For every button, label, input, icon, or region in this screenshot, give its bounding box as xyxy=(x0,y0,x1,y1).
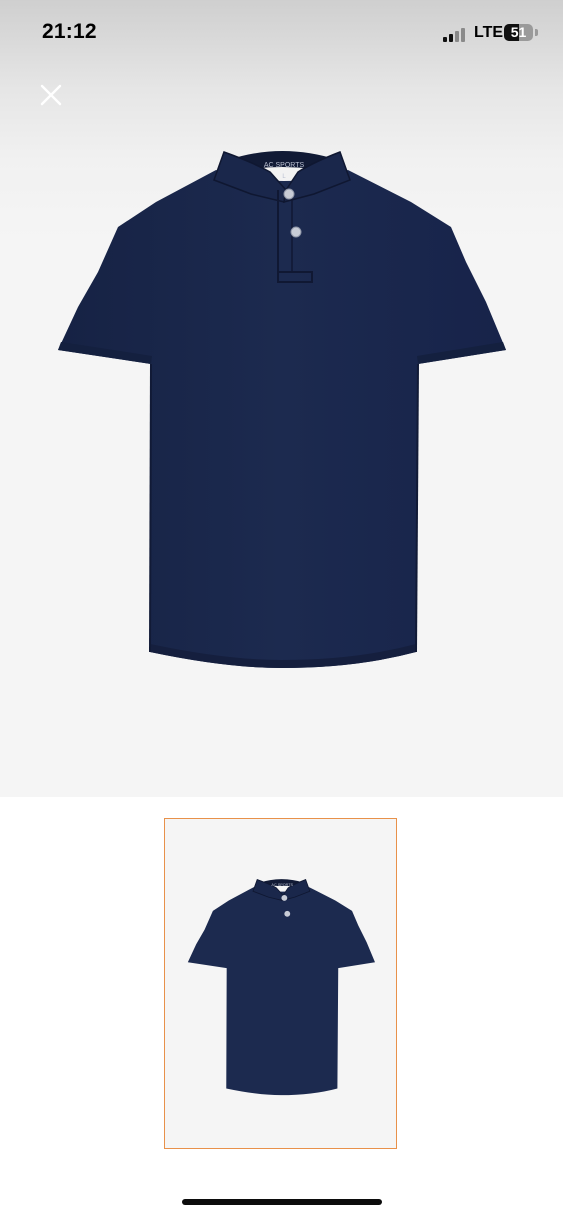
polo-shirt-thumbnail-image: AC SPORTS xyxy=(187,879,375,1096)
shirt-body xyxy=(58,170,506,668)
polo-shirt-main-image: AC SPORTS L xyxy=(58,151,506,668)
thumbnail-selected[interactable]: AC SPORTS xyxy=(164,818,397,1149)
close-button[interactable] xyxy=(36,80,66,110)
battery-icon: 51 xyxy=(504,24,533,41)
neck-label-size: L xyxy=(282,174,286,180)
close-icon xyxy=(40,84,62,106)
product-image-viewer[interactable]: AC SPORTS L 21:12 LTE 51 xyxy=(0,0,563,797)
status-bar: 21:12 LTE 51 xyxy=(0,0,563,68)
button-bottom xyxy=(290,226,302,238)
button-top xyxy=(283,188,295,200)
status-time: 21:12 xyxy=(42,20,97,43)
signal-strength-icon xyxy=(443,27,471,42)
thumbnail-neck-label: AC SPORTS xyxy=(271,883,293,887)
home-indicator[interactable] xyxy=(182,1199,382,1205)
neck-label-brand: AC SPORTS xyxy=(264,162,305,169)
battery-percent: 51 xyxy=(510,24,527,40)
battery-cap xyxy=(535,29,538,36)
network-type: LTE xyxy=(474,24,504,41)
